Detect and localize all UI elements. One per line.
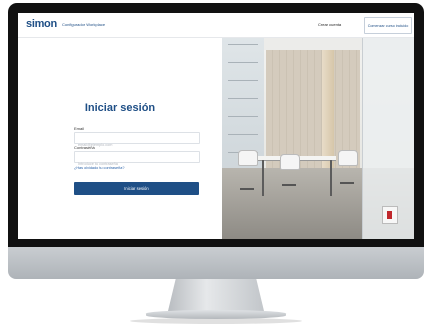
photo-table-leg	[330, 160, 332, 196]
monitor-chin	[8, 247, 424, 279]
monitor: simon Configurador Workplace Crear cuent…	[8, 3, 424, 279]
forgot-password-link[interactable]: ¿Has olvidado tu contraseña?	[74, 166, 124, 170]
photo-chair	[280, 154, 300, 170]
email-field-box	[74, 132, 200, 150]
brand-logo[interactable]: simon	[26, 18, 57, 30]
photo-chair	[338, 150, 358, 166]
password-field-box	[74, 151, 200, 169]
wall-socket-icon	[382, 206, 398, 224]
header-cta-button[interactable]: Comenzar curso incluido	[364, 17, 412, 34]
password-label: Contraseña	[74, 145, 95, 150]
login-panel: Iniciar sesión Email Contraseña ¿Has olv…	[18, 38, 222, 239]
office-photo	[222, 38, 414, 239]
email-label: Email	[74, 126, 85, 131]
photo-chair-base	[240, 188, 254, 190]
brand-subtitle: Configurador Workplace	[62, 22, 106, 27]
photo-chair	[238, 150, 258, 166]
photo-chair-base	[340, 182, 354, 184]
login-title: Iniciar sesión	[84, 102, 156, 114]
login-submit-button[interactable]: Iniciar sesión	[74, 182, 199, 195]
photo-chair-base	[282, 184, 296, 186]
monitor-base	[146, 310, 286, 319]
photo-table-leg	[262, 160, 264, 196]
create-account-link[interactable]: Crear cuenta	[318, 22, 341, 27]
screen: simon Configurador Workplace Crear cuent…	[18, 13, 414, 239]
top-navigation: simon Configurador Workplace Crear cuent…	[18, 13, 414, 38]
monitor-stand	[168, 279, 264, 311]
